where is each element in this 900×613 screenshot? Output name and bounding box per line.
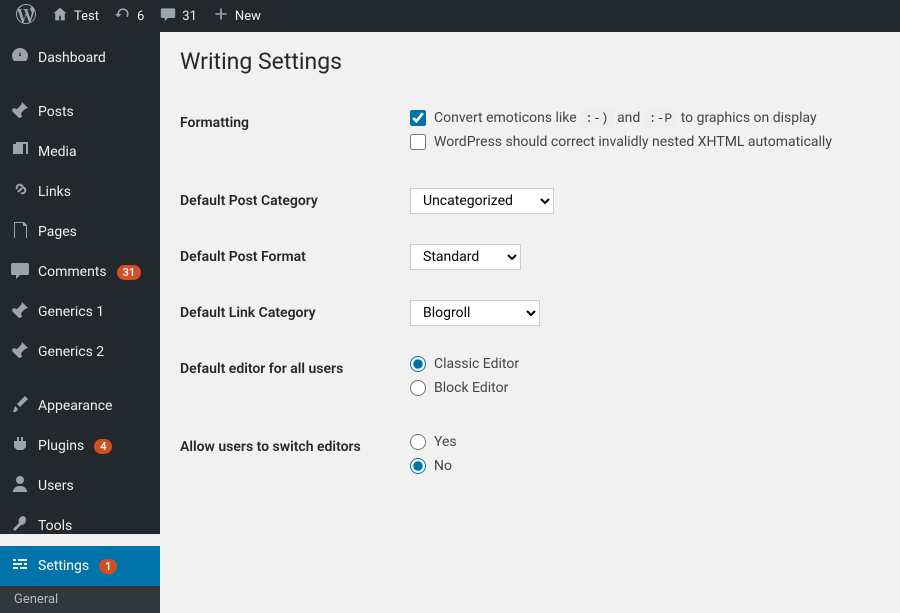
page-title: Writing Settings (180, 48, 880, 75)
formatting-emoticons-option[interactable]: Convert emoticons like :-) and :-P to gr… (410, 110, 870, 126)
switch-yes-option[interactable]: Yes (410, 434, 870, 450)
sidebar-item-label: Media (38, 144, 77, 160)
sidebar-item-generics-2[interactable]: Generics 2 (0, 332, 160, 372)
default-category-select[interactable]: Uncategorized (410, 188, 554, 214)
link-icon (10, 180, 30, 204)
updates-count: 6 (137, 9, 144, 24)
updates-link[interactable]: 6 (107, 0, 152, 32)
editor-classic-option[interactable]: Classic Editor (410, 356, 870, 372)
switch-yes-radio[interactable] (410, 434, 426, 450)
classic-editor-radio[interactable] (410, 356, 426, 372)
default-editor-label: Default editor for all users (180, 341, 400, 419)
sidebar-item-plugins[interactable]: Plugins 4 (0, 426, 160, 466)
media-icon (10, 140, 30, 164)
sidebar-item-label: Tools (38, 518, 72, 534)
admin-toolbar: Test 6 31 New (0, 0, 900, 32)
sidebar-item-label: Links (38, 184, 71, 200)
sidebar-item-users[interactable]: Users (0, 466, 160, 506)
comment-icon (160, 6, 176, 26)
option-text: Convert emoticons like :-) and :-P to gr… (434, 110, 817, 126)
new-label: New (235, 9, 261, 24)
default-format-label: Default Post Format (180, 229, 400, 285)
default-link-category-select[interactable]: Blogroll (410, 300, 540, 326)
site-name: Test (74, 9, 99, 24)
sidebar-item-label: Generics 2 (38, 344, 104, 360)
sidebar-item-appearance[interactable]: Appearance (0, 386, 160, 426)
settings-badge: 1 (99, 559, 117, 574)
user-icon (10, 474, 30, 498)
sidebar-item-label: Pages (38, 224, 77, 240)
sidebar-item-media[interactable]: Media (0, 132, 160, 172)
default-link-category-label: Default Link Category (180, 285, 400, 341)
plugin-icon (10, 434, 30, 458)
comments-badge: 31 (117, 265, 142, 280)
emoticon-code: :-) (580, 110, 613, 127)
sidebar-item-posts[interactable]: Posts (0, 92, 160, 132)
pin-icon (10, 340, 30, 364)
editor-block-option[interactable]: Block Editor (410, 380, 870, 396)
formatting-label: Formatting (180, 95, 400, 173)
option-text: WordPress should correct invalidly neste… (434, 134, 832, 150)
brush-icon (10, 394, 30, 418)
sidebar-item-label: Generics 1 (38, 304, 104, 320)
comments-link[interactable]: 31 (152, 0, 205, 32)
wrench-icon (10, 514, 30, 538)
default-format-select[interactable]: Standard (410, 244, 521, 270)
formatting-xhtml-option[interactable]: WordPress should correct invalidly neste… (410, 134, 870, 150)
wp-logo[interactable] (8, 0, 44, 32)
dashboard-icon (10, 46, 30, 70)
comments-icon (10, 260, 30, 284)
home-icon (52, 6, 68, 26)
admin-sidebar: Dashboard Posts Media Links Pages Commen… (0, 32, 160, 534)
plugins-badge: 4 (94, 439, 112, 454)
pin-icon (10, 300, 30, 324)
sidebar-item-label: Settings (38, 558, 89, 574)
sidebar-item-comments[interactable]: Comments 31 (0, 252, 160, 292)
switch-editor-label: Allow users to switch editors (180, 419, 400, 497)
submenu-item-general[interactable]: General (0, 586, 160, 613)
page-icon (10, 220, 30, 244)
sidebar-item-label: Posts (38, 104, 74, 120)
block-editor-radio[interactable] (410, 380, 426, 396)
sidebar-item-label: Dashboard (38, 50, 106, 66)
site-name-link[interactable]: Test (44, 0, 107, 32)
main-content: Writing Settings Formatting Convert emot… (160, 32, 900, 534)
sidebar-item-pages[interactable]: Pages (0, 212, 160, 252)
sidebar-item-dashboard[interactable]: Dashboard (0, 38, 160, 78)
wordpress-icon (16, 4, 36, 28)
emoticons-checkbox[interactable] (410, 110, 426, 126)
comments-count: 31 (182, 9, 197, 24)
pin-icon (10, 100, 30, 124)
sidebar-item-label: Users (38, 478, 74, 494)
sidebar-item-label: Appearance (38, 398, 112, 414)
sidebar-item-label: Comments (38, 264, 107, 280)
settings-form: Formatting Convert emoticons like :-) an… (180, 95, 880, 497)
switch-no-option[interactable]: No (410, 458, 870, 474)
sidebar-item-links[interactable]: Links (0, 172, 160, 212)
sliders-icon (10, 554, 30, 578)
sidebar-item-tools[interactable]: Tools (0, 506, 160, 546)
sidebar-item-settings[interactable]: Settings 1 (0, 546, 160, 586)
switch-no-radio[interactable] (410, 458, 426, 474)
sidebar-item-generics-1[interactable]: Generics 1 (0, 292, 160, 332)
emoticon-code: :-P (644, 110, 677, 127)
update-icon (115, 6, 131, 26)
sidebar-item-label: Plugins (38, 438, 84, 454)
xhtml-checkbox[interactable] (410, 134, 426, 150)
default-category-label: Default Post Category (180, 173, 400, 229)
plus-icon (213, 6, 229, 26)
new-content-link[interactable]: New (205, 0, 269, 32)
